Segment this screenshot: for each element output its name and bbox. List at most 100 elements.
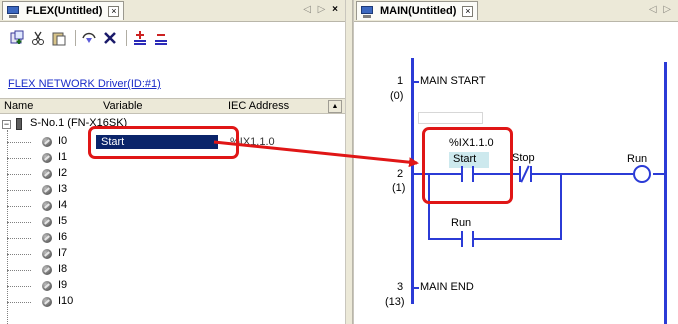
rung-step: (0) (390, 90, 404, 102)
run-contact-label: Run (451, 217, 472, 229)
station-icon (16, 118, 22, 130)
tab-close-icon[interactable]: × (462, 5, 474, 17)
io-row[interactable]: I9 (0, 278, 345, 294)
io-row[interactable]: I6 (0, 230, 345, 246)
tab-main-label: MAIN(Untitled) (380, 5, 457, 17)
io-point-icon (42, 153, 52, 163)
variable-grid-header: Name Variable IEC Address ▲ (0, 98, 345, 114)
tree-branch (7, 158, 31, 159)
rung-wire (653, 173, 665, 175)
left-power-rail (411, 58, 414, 304)
column-iec-address[interactable]: IEC Address (228, 100, 289, 112)
remove-all-icon[interactable] (152, 29, 170, 47)
tree-branch (7, 238, 31, 239)
tree-branch (7, 270, 31, 271)
flex-toolbar (0, 26, 345, 50)
io-name: I2 (58, 167, 68, 179)
io-name: I5 (58, 215, 68, 227)
stop-contact-slash (520, 165, 530, 183)
monitor-icon (360, 5, 374, 18)
io-point-icon (42, 281, 52, 291)
placeholder-box (418, 112, 483, 124)
rung-step: (1) (392, 182, 406, 194)
right-power-rail (664, 62, 667, 324)
add-all-icon[interactable] (131, 29, 149, 47)
collapse-icon[interactable]: − (2, 120, 11, 129)
io-name: I9 (58, 279, 68, 291)
delete-icon[interactable] (101, 29, 119, 47)
io-name: I10 (58, 295, 74, 307)
column-name[interactable]: Name (4, 100, 33, 112)
run-coil-label: Run (627, 153, 648, 165)
rung-number: 1 (397, 75, 404, 87)
add-station-icon[interactable] (8, 29, 26, 47)
toolbar-separator (75, 30, 76, 46)
monitor-icon (6, 5, 20, 18)
rung-number: 2 (397, 168, 404, 180)
branch-wire-right (560, 173, 562, 240)
cut-icon[interactable] (29, 29, 47, 47)
nav-arrows-icon[interactable]: ◁ ▷ (303, 4, 327, 15)
tree-branch (7, 206, 31, 207)
tree-branch (7, 222, 31, 223)
io-point-icon (42, 297, 52, 307)
rung-wire (532, 173, 633, 175)
scroll-up-icon[interactable]: ▲ (328, 100, 342, 113)
io-name: I7 (58, 247, 68, 259)
stop-contact-label: Stop (512, 152, 535, 164)
io-point-icon (42, 185, 52, 195)
io-name: I1 (58, 151, 68, 163)
copy-icon[interactable] (80, 29, 98, 47)
rung-label-main-end[interactable]: MAIN END (420, 281, 474, 293)
io-row[interactable]: I8 (0, 262, 345, 278)
io-row[interactable]: I0 (0, 134, 345, 150)
rung-step: (13) (385, 296, 405, 308)
io-row[interactable]: I7 (0, 246, 345, 262)
tree-branch (7, 142, 31, 143)
column-variable[interactable]: Variable (103, 100, 143, 112)
tree-branch (7, 254, 31, 255)
rung-wire (413, 81, 419, 83)
branch-wire (428, 238, 461, 240)
panel-close-icon[interactable]: × (332, 4, 340, 15)
run-contact-left[interactable] (461, 231, 463, 247)
io-row[interactable]: I5 (0, 214, 345, 230)
io-row[interactable]: I4 (0, 198, 345, 214)
io-point-icon (42, 201, 52, 211)
io-point-icon (42, 233, 52, 243)
paste-icon[interactable] (50, 29, 68, 47)
io-name: I0 (58, 135, 68, 147)
io-point-icon (42, 249, 52, 259)
io-point-icon (42, 265, 52, 275)
tree-branch (7, 286, 31, 287)
tab-close-icon[interactable]: × (108, 5, 120, 17)
pane-splitter[interactable] (346, 0, 353, 324)
main-ladder-panel: MAIN(Untitled) × ◁ ▷ 1 (0) MAIN START %I… (353, 0, 678, 324)
tab-main[interactable]: MAIN(Untitled) × (356, 1, 479, 20)
io-name: I3 (58, 183, 68, 195)
driver-link[interactable]: FLEX NETWORK Driver(ID:#1) (8, 78, 161, 90)
io-row[interactable]: I10 (0, 294, 345, 310)
io-name: I4 (58, 199, 68, 211)
tree-branch (7, 302, 31, 303)
tab-flex-label: FLEX(Untitled) (26, 5, 103, 17)
callout-box-contact (422, 127, 513, 204)
main-panel-titlebar: MAIN(Untitled) × ◁ ▷ (354, 0, 678, 22)
rung-label-main-start[interactable]: MAIN START (420, 75, 486, 87)
tab-flex[interactable]: FLEX(Untitled) × (2, 1, 125, 20)
rung-number: 3 (397, 281, 404, 293)
rung-wire (413, 287, 419, 289)
io-point-icon (42, 217, 52, 227)
run-coil[interactable] (633, 165, 651, 183)
flex-panel: FLEX(Untitled) × ◁ ▷ × FLEX NETWORK Driv… (0, 0, 346, 324)
tree-branch (7, 190, 31, 191)
branch-wire (474, 238, 562, 240)
flex-panel-titlebar: FLEX(Untitled) × ◁ ▷ × (0, 0, 345, 22)
io-row[interactable]: I1 (0, 150, 345, 166)
io-point-icon (42, 137, 52, 147)
io-row[interactable]: I2 (0, 166, 345, 182)
io-row[interactable]: I3 (0, 182, 345, 198)
nav-arrows-icon[interactable]: ◁ ▷ (649, 4, 673, 15)
io-name: I6 (58, 231, 68, 243)
io-point-icon (42, 169, 52, 179)
